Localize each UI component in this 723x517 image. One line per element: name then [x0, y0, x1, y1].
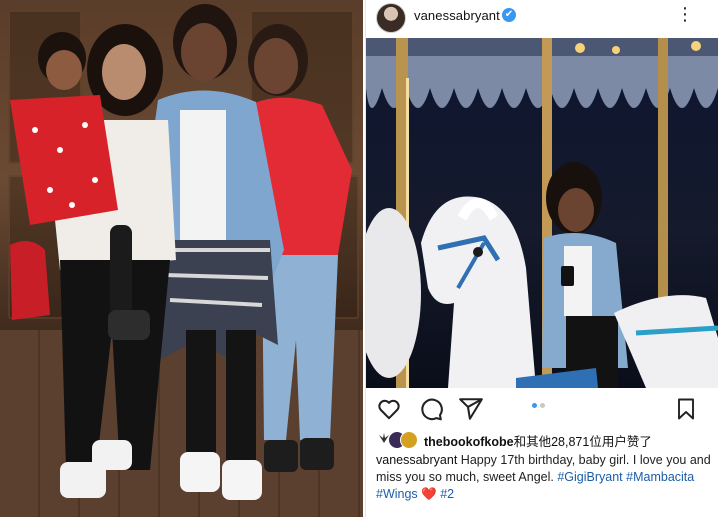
- hashtag-gigibryant[interactable]: #GigiBryant: [557, 470, 622, 484]
- liker-username[interactable]: thebookofkobe: [424, 435, 514, 449]
- bookmark-icon[interactable]: [674, 396, 698, 422]
- action-bar: [366, 394, 723, 424]
- verified-badge-icon: ✔: [502, 8, 516, 22]
- profile-avatar[interactable]: [376, 3, 406, 33]
- post-caption: vanessabryant Happy 17th birthday, baby …: [376, 452, 714, 503]
- share-icon[interactable]: [458, 396, 484, 422]
- carousel-dot-active: [532, 403, 537, 408]
- likes-suffix: 和其他28,871位用户赞了: [513, 434, 652, 449]
- hashtag-2[interactable]: #2: [440, 487, 454, 501]
- people-illustration: [10, 4, 352, 500]
- comment-icon[interactable]: [418, 396, 444, 422]
- carousel-photo: [366, 38, 718, 388]
- carousel-dot: [540, 403, 545, 408]
- red-heart-icon: ❤️: [421, 487, 437, 501]
- family-photo: [0, 0, 363, 517]
- more-vertical-icon[interactable]: ⋮: [676, 4, 694, 24]
- liker-avatars: [376, 431, 422, 449]
- post-username[interactable]: vanessabryant: [414, 8, 500, 23]
- likes-count-text: thebookofkobe和其他28,871位用户赞了: [424, 431, 652, 450]
- heart-outline-icon[interactable]: [376, 396, 402, 422]
- post-header: vanessabryant ✔ ⋮: [366, 0, 723, 34]
- carousel-indicator: [532, 403, 545, 408]
- instagram-post: vanessabryant ✔ ⋮ thebookofkobe和其他28,871…: [365, 0, 723, 517]
- liker-avatar: [400, 431, 418, 449]
- likes-row[interactable]: thebookofkobe和其他28,871位用户赞了: [376, 430, 652, 450]
- caption-username[interactable]: vanessabryant: [376, 453, 457, 467]
- hashtag-wings[interactable]: #Wings: [376, 487, 418, 501]
- hashtag-mambacita[interactable]: #Mambacita: [626, 470, 694, 484]
- post-image[interactable]: [366, 38, 718, 388]
